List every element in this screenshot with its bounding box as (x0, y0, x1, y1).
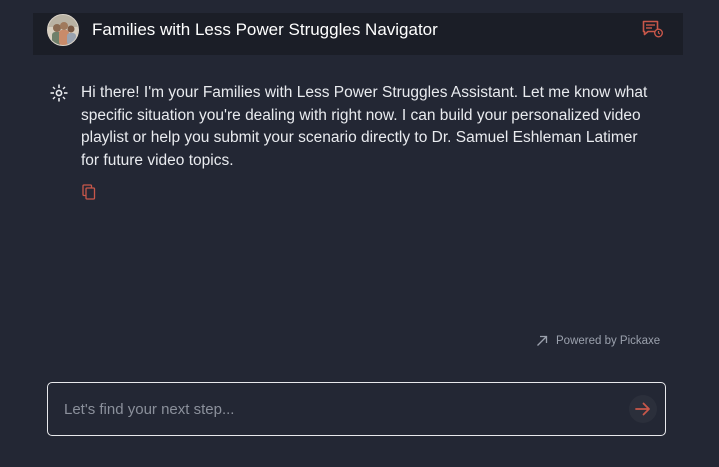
powered-by-label: Powered by Pickaxe (556, 335, 661, 347)
message-composer (47, 382, 666, 436)
sparkle-bot-icon (50, 84, 68, 102)
copy-icon (82, 184, 96, 200)
powered-by-link[interactable]: Powered by Pickaxe (536, 333, 660, 349)
chat-history-icon (642, 20, 663, 38)
send-button[interactable] (629, 395, 657, 423)
assistant-message-text: Hi there! I'm your Families with Less Po… (81, 84, 648, 169)
message-input[interactable] (62, 383, 626, 436)
chat-header: Families with Less Power Struggles Navig… (33, 13, 683, 55)
arrow-up-left-icon (537, 335, 548, 346)
chat-history-button[interactable] (642, 20, 664, 38)
family-photo-avatar (47, 14, 79, 46)
copy-button[interactable] (82, 184, 96, 200)
arrow-right-icon (635, 402, 650, 416)
page-title: Families with Less Power Struggles Navig… (92, 20, 438, 39)
